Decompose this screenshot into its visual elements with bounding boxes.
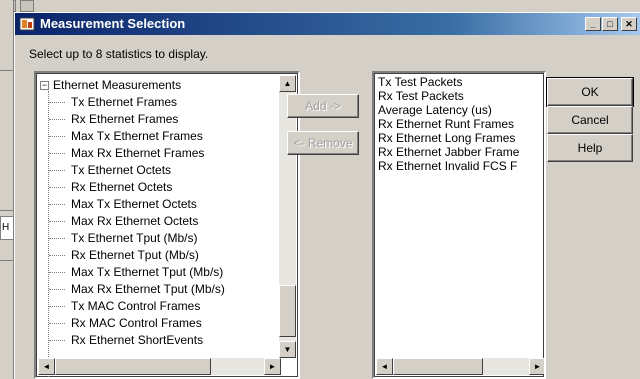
list-item[interactable]: Rx Test Packets xyxy=(378,89,538,103)
scroll-thumb[interactable] xyxy=(393,358,483,375)
scroll-thumb[interactable] xyxy=(279,285,296,337)
tree-item[interactable]: Rx Ethernet Octets xyxy=(49,179,281,196)
ok-button[interactable]: OK xyxy=(546,77,634,107)
scroll-down-button[interactable]: ▼ xyxy=(279,341,296,358)
dialog-title: Measurement Selection xyxy=(40,16,186,31)
app-icon xyxy=(19,17,35,31)
scroll-up-icon: ▲ xyxy=(283,79,292,88)
tree-item[interactable]: Tx Ethernet Frames xyxy=(49,94,281,111)
add-button[interactable]: Add -> xyxy=(287,94,359,118)
background-divider xyxy=(0,260,14,261)
tree-item[interactable]: Max Tx Ethernet Frames xyxy=(49,128,281,145)
minimize-button[interactable]: _ xyxy=(585,17,601,31)
minimize-icon: _ xyxy=(590,19,596,29)
selected-measurements-list[interactable]: Tx Test Packets Rx Test Packets Average … xyxy=(372,71,546,379)
list-item[interactable]: Rx Ethernet Runt Frames xyxy=(378,117,538,131)
tree-item[interactable]: Max Rx Ethernet Tput (Mb/s) xyxy=(49,281,281,298)
scroll-left-button[interactable]: ◄ xyxy=(376,358,393,375)
background-divider xyxy=(0,70,14,71)
scroll-thumb[interactable] xyxy=(55,358,211,375)
close-button[interactable]: ✕ xyxy=(621,17,637,31)
scroll-up-button[interactable]: ▲ xyxy=(279,75,296,92)
tree-root-ethernet-measurements[interactable]: − Ethernet Measurements xyxy=(40,77,181,93)
list-item[interactable]: Rx Ethernet Long Frames xyxy=(378,131,538,145)
scroll-right-icon: ► xyxy=(533,362,542,371)
scroll-right-button[interactable]: ► xyxy=(529,358,544,375)
tree-item[interactable]: Rx Ethernet ShortEvents xyxy=(49,332,281,349)
maximize-icon: □ xyxy=(607,19,613,29)
scroll-left-icon: ◄ xyxy=(42,362,51,371)
list-item[interactable]: Tx Test Packets xyxy=(378,75,538,89)
scroll-right-button[interactable]: ► xyxy=(264,358,281,375)
tree-root-label: Ethernet Measurements xyxy=(53,78,182,92)
available-measurements-tree[interactable]: − Ethernet Measurements Tx Ethernet Frame… xyxy=(34,71,300,379)
background-tab-label: H xyxy=(2,222,10,233)
tree-horizontal-scrollbar[interactable]: ◄ ► xyxy=(38,358,281,375)
scroll-left-icon: ◄ xyxy=(380,362,389,371)
instruction-text: Select up to 8 statistics to display. xyxy=(29,47,209,61)
background-tab[interactable]: H xyxy=(0,216,14,240)
background-divider xyxy=(0,210,14,211)
selected-items: Tx Test Packets Rx Test Packets Average … xyxy=(378,75,538,173)
tree-item[interactable]: Rx MAC Control Frames xyxy=(49,315,281,332)
selected-horizontal-scrollbar[interactable]: ◄ ► xyxy=(376,358,544,375)
measurement-selection-dialog: Measurement Selection _ □ ✕ Select up to… xyxy=(14,12,640,379)
help-button[interactable]: Help xyxy=(547,134,633,162)
tree-item[interactable]: Rx Ethernet Tput (Mb/s) xyxy=(49,247,281,264)
tree-item[interactable]: Max Tx Ethernet Tput (Mb/s) xyxy=(49,264,281,281)
background-window xyxy=(0,0,14,379)
scroll-down-icon: ▼ xyxy=(283,345,292,354)
cancel-button[interactable]: Cancel xyxy=(547,106,633,134)
tree-items: Tx Ethernet Frames Rx Ethernet Frames Ma… xyxy=(49,94,281,349)
list-item[interactable]: Rx Ethernet Invalid FCS F xyxy=(378,159,538,173)
tree-item[interactable]: Tx Ethernet Octets xyxy=(49,162,281,179)
tree-item[interactable]: Max Rx Ethernet Octets xyxy=(49,213,281,230)
tree-item[interactable]: Tx MAC Control Frames xyxy=(49,298,281,315)
tree-item[interactable]: Max Rx Ethernet Frames xyxy=(49,145,281,162)
maximize-button[interactable]: □ xyxy=(602,17,618,31)
scroll-left-button[interactable]: ◄ xyxy=(38,358,55,375)
title-bar[interactable]: Measurement Selection _ □ ✕ xyxy=(15,13,640,35)
tree-item[interactable]: Max Tx Ethernet Octets xyxy=(49,196,281,213)
close-icon: ✕ xyxy=(625,19,633,29)
tree-item[interactable]: Rx Ethernet Frames xyxy=(49,111,281,128)
collapse-icon[interactable]: − xyxy=(40,81,49,91)
list-item[interactable]: Average Latency (us) xyxy=(378,103,538,117)
tree-item[interactable]: Tx Ethernet Tput (Mb/s) xyxy=(49,230,281,247)
remove-button[interactable]: <- Remove xyxy=(287,131,359,155)
background-control xyxy=(20,0,34,12)
list-item[interactable]: Rx Ethernet Jabber Frame xyxy=(378,145,538,159)
scroll-right-icon: ► xyxy=(268,362,277,371)
